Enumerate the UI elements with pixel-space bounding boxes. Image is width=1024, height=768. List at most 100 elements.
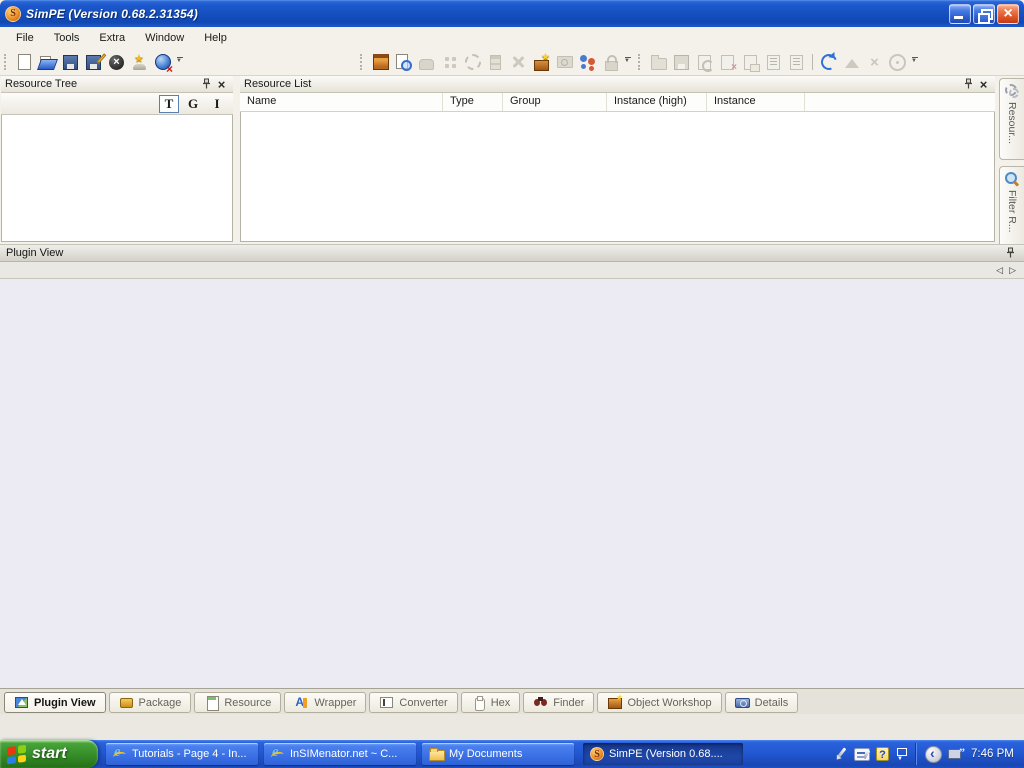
resource-tree-title: Resource Tree	[5, 78, 199, 90]
pin-icon[interactable]	[1003, 246, 1018, 260]
side-tab-resource-actions[interactable]: Resour...	[999, 78, 1024, 160]
toolbar-overflow-icon[interactable]	[175, 52, 187, 73]
resource-tree-content[interactable]	[1, 115, 233, 242]
nav-right-icon[interactable]: ▷	[1009, 266, 1016, 275]
tab-finder[interactable]: Finder	[523, 692, 594, 713]
plugin-view-header: Plugin View	[0, 244, 1024, 262]
save-as-icon[interactable]	[83, 52, 104, 73]
tab-package[interactable]: Package	[109, 692, 192, 713]
nav-left-icon[interactable]: ◁	[996, 266, 1003, 275]
preview-icon[interactable]	[393, 52, 414, 73]
close-package-icon[interactable]	[106, 52, 127, 73]
resource-tree-panel: Resource Tree T G I	[1, 76, 233, 242]
toolbar-grip[interactable]	[4, 54, 9, 70]
pin-icon[interactable]	[961, 77, 976, 91]
close-button[interactable]	[997, 4, 1019, 24]
ie-icon	[271, 747, 285, 761]
database-icon	[485, 52, 506, 73]
commit-resource-icon	[740, 52, 761, 73]
menu-file[interactable]: File	[6, 29, 44, 47]
resource-icon	[204, 696, 219, 709]
tab-label: Converter	[399, 697, 447, 709]
lock-icon	[600, 52, 621, 73]
side-tab-filter-resources[interactable]: Filter R...	[999, 166, 1024, 248]
filter-group-button[interactable]: G	[183, 95, 203, 113]
close-icon[interactable]	[214, 77, 229, 91]
remove-icon	[864, 52, 885, 73]
menu-tools[interactable]: Tools	[44, 29, 90, 47]
tab-resource[interactable]: Resource	[194, 692, 281, 713]
tab-label: Details	[755, 697, 789, 709]
menu-window[interactable]: Window	[135, 29, 194, 47]
start-button[interactable]: start	[0, 740, 98, 768]
tab-hex[interactable]: Hex	[461, 692, 521, 713]
column-instance-high[interactable]: Instance (high)	[607, 93, 707, 111]
task-label: SimPE (Version 0.68....	[609, 748, 723, 760]
resource-tree-filter-toolbar: T G I	[1, 93, 233, 115]
menu-help[interactable]: Help	[194, 29, 237, 47]
tab-label: Finder	[553, 697, 584, 709]
pin-icon[interactable]	[199, 77, 214, 91]
column-type[interactable]: Type	[443, 93, 503, 111]
web-update-icon[interactable]	[152, 52, 173, 73]
filter-instance-button[interactable]: I	[207, 95, 227, 113]
tab-converter[interactable]: Converter	[369, 692, 457, 713]
toolbar-overflow-icon[interactable]	[623, 52, 635, 73]
side-tab-label: Filter R...	[1006, 190, 1018, 233]
taskbar-task-my-documents[interactable]: My Documents	[422, 743, 574, 765]
system-tray: 7:46 PM	[830, 740, 1024, 768]
new-package-icon[interactable]	[14, 52, 35, 73]
tab-label: Plugin View	[34, 697, 96, 709]
toolbar-overflow-icon[interactable]	[910, 52, 922, 73]
column-filler	[805, 93, 995, 111]
magnifier-icon	[1005, 172, 1019, 186]
open-package-icon[interactable]	[37, 52, 58, 73]
side-tab-label: Resour...	[1006, 102, 1018, 144]
back-circle-icon[interactable]	[925, 746, 942, 763]
column-name[interactable]: Name	[240, 93, 443, 111]
sim-browser-icon[interactable]	[577, 52, 598, 73]
minimize-button[interactable]	[949, 4, 971, 24]
restore-resource-icon	[694, 52, 715, 73]
tab-details[interactable]: Details	[725, 692, 799, 713]
panel-splitter[interactable]	[233, 76, 240, 242]
column-group[interactable]: Group	[503, 93, 607, 111]
resource-list-content[interactable]	[240, 112, 995, 242]
titlebar[interactable]: SimPE (Version 0.68.2.31354)	[0, 0, 1024, 27]
wizard-icon[interactable]	[129, 52, 150, 73]
toolbar-grip[interactable]	[638, 54, 643, 70]
save-icon[interactable]	[60, 52, 81, 73]
tab-object-workshop[interactable]: Object Workshop	[597, 692, 721, 713]
hide-icons-icon[interactable]	[895, 747, 907, 761]
task-label: My Documents	[449, 748, 522, 760]
toolbar-grip[interactable]	[360, 54, 365, 70]
tablet-input-icon[interactable]	[854, 748, 870, 761]
taskbar-task-simpe[interactable]: SimPE (Version 0.68....	[583, 743, 743, 765]
tools-icon	[508, 52, 529, 73]
toolbar-group-edit	[638, 49, 922, 75]
filter-type-button[interactable]: T	[159, 95, 179, 113]
restore-button[interactable]	[973, 4, 995, 24]
column-instance[interactable]: Instance	[707, 93, 805, 111]
package-details-icon[interactable]	[370, 52, 391, 73]
taskbar-task-insimenator[interactable]: InSIMenator.net ~ C...	[264, 743, 416, 765]
tab-plugin-view[interactable]: Plugin View	[4, 692, 106, 713]
help-icon[interactable]	[876, 747, 889, 761]
start-label: start	[32, 745, 67, 763]
import-resource-icon	[648, 52, 669, 73]
taskbar-task-tutorials[interactable]: Tutorials - Page 4 - In...	[106, 743, 258, 765]
menu-extra[interactable]: Extra	[89, 29, 135, 47]
pen-icon[interactable]	[834, 747, 848, 761]
taskbar-clock: 7:46 PM	[971, 748, 1014, 760]
close-icon[interactable]	[976, 77, 991, 91]
plugin-view-content[interactable]	[0, 279, 1024, 688]
display-audio-icon[interactable]	[948, 748, 963, 760]
simpe-logo-icon	[590, 747, 604, 761]
object-workshop-icon[interactable]	[531, 52, 552, 73]
plugin-nav-strip: ◁ ▷	[0, 262, 1024, 279]
task-label: Tutorials - Page 4 - In...	[132, 748, 247, 760]
side-tab-strip: Resour... Filter R...	[997, 78, 1024, 248]
tab-wrapper[interactable]: Wrapper	[284, 692, 366, 713]
reload-icon[interactable]	[818, 52, 839, 73]
object-workshop-icon	[607, 696, 622, 709]
